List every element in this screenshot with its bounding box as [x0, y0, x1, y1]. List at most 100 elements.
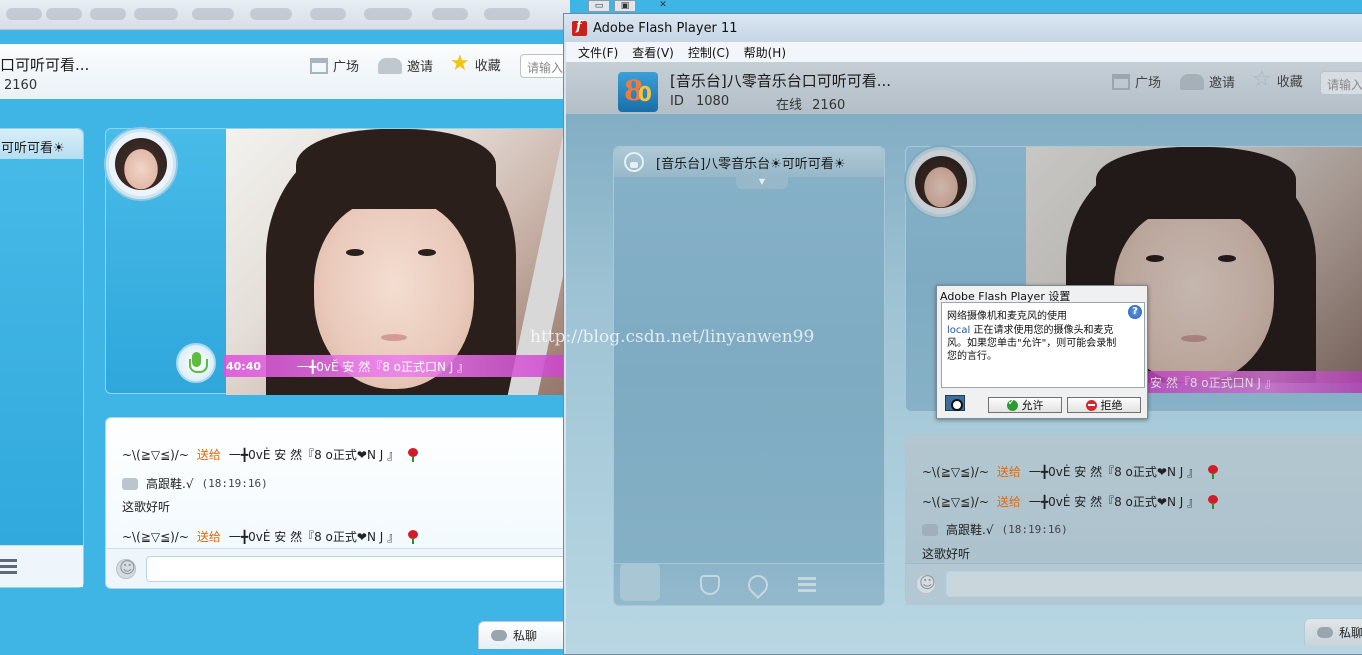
online-label: 在线: [776, 98, 803, 113]
chat-sender[interactable]: ~\(≧▽≦)/~: [122, 448, 189, 462]
plaza-label: 广场: [1135, 76, 1162, 91]
collapse-arrow-icon[interactable]: ▼: [736, 177, 788, 189]
invite-button[interactable]: 邀请: [378, 56, 433, 75]
chat-sender[interactable]: 高跟鞋.√: [146, 475, 193, 492]
invite-button[interactable]: 邀请: [1180, 72, 1235, 91]
plaza-label: 广场: [333, 60, 360, 75]
list-panel-title: [音乐台]八零音乐台☀可听可看☀: [656, 157, 846, 172]
blurred-menu-item[interactable]: [6, 8, 42, 20]
chat-time: (18:19:16): [1001, 523, 1068, 536]
dialog-body: 网络摄像机和麦克风的使用 ? local 正在请求使用您的摄像头和麦克 风。如果…: [941, 302, 1145, 388]
favorite-button[interactable]: ☆ 收藏: [1252, 67, 1303, 92]
chat-target[interactable]: 一╋0vĖ 安 然『8 ο正式❤N J 』: [1029, 493, 1199, 510]
list-icon[interactable]: [0, 559, 17, 575]
shield-icon[interactable]: [700, 575, 720, 595]
chat-target[interactable]: 一╋0vĖ 安 然『8 ο正式❤N J 』: [229, 446, 399, 463]
room-title: [音乐台]八零音乐台口可听可看...: [670, 72, 892, 90]
privacy-settings-icon[interactable]: [945, 395, 965, 411]
online-count: 在线 2160: [776, 94, 845, 113]
menu-file[interactable]: 文件(F): [578, 44, 618, 61]
chat-bubble-icon: [1317, 627, 1333, 638]
chat-action: 送给: [996, 465, 1021, 479]
help-icon[interactable]: ?: [1128, 305, 1142, 319]
favorite-button[interactable]: ★ 收藏: [450, 51, 501, 76]
blurred-menu-item[interactable]: [484, 8, 530, 20]
blurred-menu-item[interactable]: [364, 8, 412, 20]
background-room-header: 口可听可看... 2160 广场 邀请 ★ 收藏 请输入: [0, 44, 580, 99]
plaza-button[interactable]: 广场: [310, 56, 359, 75]
favorite-label: 收藏: [1276, 74, 1303, 90]
deny-button[interactable]: 拒绝: [1067, 397, 1141, 413]
chat-action: 送给: [196, 448, 221, 462]
flash-room-header: [音乐台]八零音乐台口可听可看... ID 1080 在线 2160 广场 邀请…: [566, 62, 1362, 114]
message-input[interactable]: [146, 556, 584, 582]
watermark: http://blog.csdn.net/linyanwen99: [530, 327, 815, 347]
emoji-icon[interactable]: [916, 573, 936, 594]
private-chat-tab[interactable]: 私聊: [1304, 618, 1362, 646]
chat-sender[interactable]: ~\(≧▽≦)/~: [922, 495, 989, 509]
flash-menubar: 文件(F) 查看(V) 控制(C) 帮助(H): [566, 42, 1362, 62]
blurred-menu-item[interactable]: [192, 8, 234, 20]
emoji-icon[interactable]: [116, 558, 136, 579]
message-input[interactable]: [946, 571, 1362, 597]
favorite-label: 收藏: [474, 58, 501, 74]
performer-avatar[interactable]: [106, 129, 176, 199]
rose-icon: [407, 447, 419, 462]
invite-label: 邀请: [407, 60, 434, 75]
chat-panel: ~\(≧▽≦)/~ 送给 一╋0vĖ 安 然『8 ο正式❤N J 』 ~\(≧▽…: [905, 434, 1362, 605]
close-icon[interactable]: ✕: [652, 0, 674, 12]
blurred-menu-item[interactable]: [310, 8, 346, 20]
search-input[interactable]: 请输入: [1320, 71, 1362, 95]
restore-button[interactable]: ▣: [614, 0, 636, 12]
deny-icon: [1085, 399, 1097, 411]
performer-name-bar: 40:40 一╋0vĔ 安 然『8 ο正式口N J 』: [224, 355, 584, 377]
performer-name: 安 然『8 ο正式口N J 』: [1150, 375, 1277, 390]
room-list-panel: 可听可看☀: [0, 128, 84, 588]
chat-sender[interactable]: ~\(≧▽≦)/~: [122, 530, 189, 544]
blurred-menu-item[interactable]: [250, 8, 292, 20]
list-icon[interactable]: [798, 577, 816, 593]
video-panel: 40:40 一╋0vĔ 安 然『8 ο正式口N J 』: [105, 128, 586, 395]
star-icon: ☆: [1252, 67, 1272, 92]
chat-action: 送给: [996, 495, 1021, 509]
performer-avatar[interactable]: [906, 147, 976, 217]
video-timer: 40:40: [226, 359, 262, 373]
microphone-icon[interactable]: [176, 343, 216, 383]
chat-sender[interactable]: ~\(≧▽≦)/~: [922, 465, 989, 479]
chat-sender[interactable]: 高跟鞋.√: [946, 521, 993, 538]
allow-label: 允许: [1021, 399, 1044, 412]
invite-user-icon: [1180, 73, 1204, 90]
blurred-menu-item[interactable]: [134, 8, 178, 20]
private-chat-tab[interactable]: 私聊: [478, 621, 568, 649]
allow-button[interactable]: 允许: [988, 397, 1062, 413]
room-id: ID 1080: [670, 94, 729, 109]
dialog-heading: 网络摄像机和麦克风的使用: [947, 311, 1067, 322]
menu-help[interactable]: 帮助(H): [744, 44, 786, 61]
online-count: 2160: [4, 78, 38, 93]
blurred-menu-item[interactable]: [46, 8, 82, 20]
chat-target[interactable]: 一╋0vĖ 安 然『8 ο正式❤N J 』: [229, 528, 399, 545]
plaza-button[interactable]: 广场: [1112, 72, 1161, 91]
invite-user-icon: [378, 57, 402, 74]
flash-content: [音乐台]八零音乐台口可听可看... ID 1080 在线 2160 广场 邀请…: [566, 62, 1362, 654]
chat-target[interactable]: 一╋0vĖ 安 然『8 ο正式❤N J 』: [1029, 463, 1199, 480]
chat-message: ~\(≧▽≦)/~ 送给 一╋0vĖ 安 然『8 ο正式❤N J 』: [922, 463, 1219, 480]
rose-icon: [1207, 464, 1219, 479]
star-icon: ★: [450, 51, 470, 76]
chat-message: 高跟鞋.√ (18:19:16): [922, 521, 1068, 538]
chat-message: ~\(≧▽≦)/~ 送给 一╋0vĖ 安 然『8 ο正式❤N J 』: [122, 528, 419, 545]
room-list-panel: [音乐台]八零音乐台☀可听可看☀ ▼: [613, 146, 885, 606]
user-level-icon: [922, 523, 938, 536]
blurred-menu-item[interactable]: [432, 8, 468, 20]
window-title: Adobe Flash Player 11: [593, 20, 738, 36]
blurred-menu-item[interactable]: [90, 8, 126, 20]
flash-logo-icon: [572, 19, 587, 36]
user-avatar-icon[interactable]: [620, 563, 660, 601]
headphone-icon: [624, 152, 644, 172]
private-chat-label: 私聊: [1339, 626, 1362, 640]
menu-control[interactable]: 控制(C): [688, 44, 730, 61]
chat-bubble-icon: [491, 630, 507, 641]
chat-message: ~\(≧▽≦)/~ 送给 一╋0vĖ 安 然『8 ο正式❤N J 』: [922, 493, 1219, 510]
menu-view[interactable]: 查看(V): [632, 44, 674, 61]
minimize-button[interactable]: ▭: [588, 0, 610, 12]
